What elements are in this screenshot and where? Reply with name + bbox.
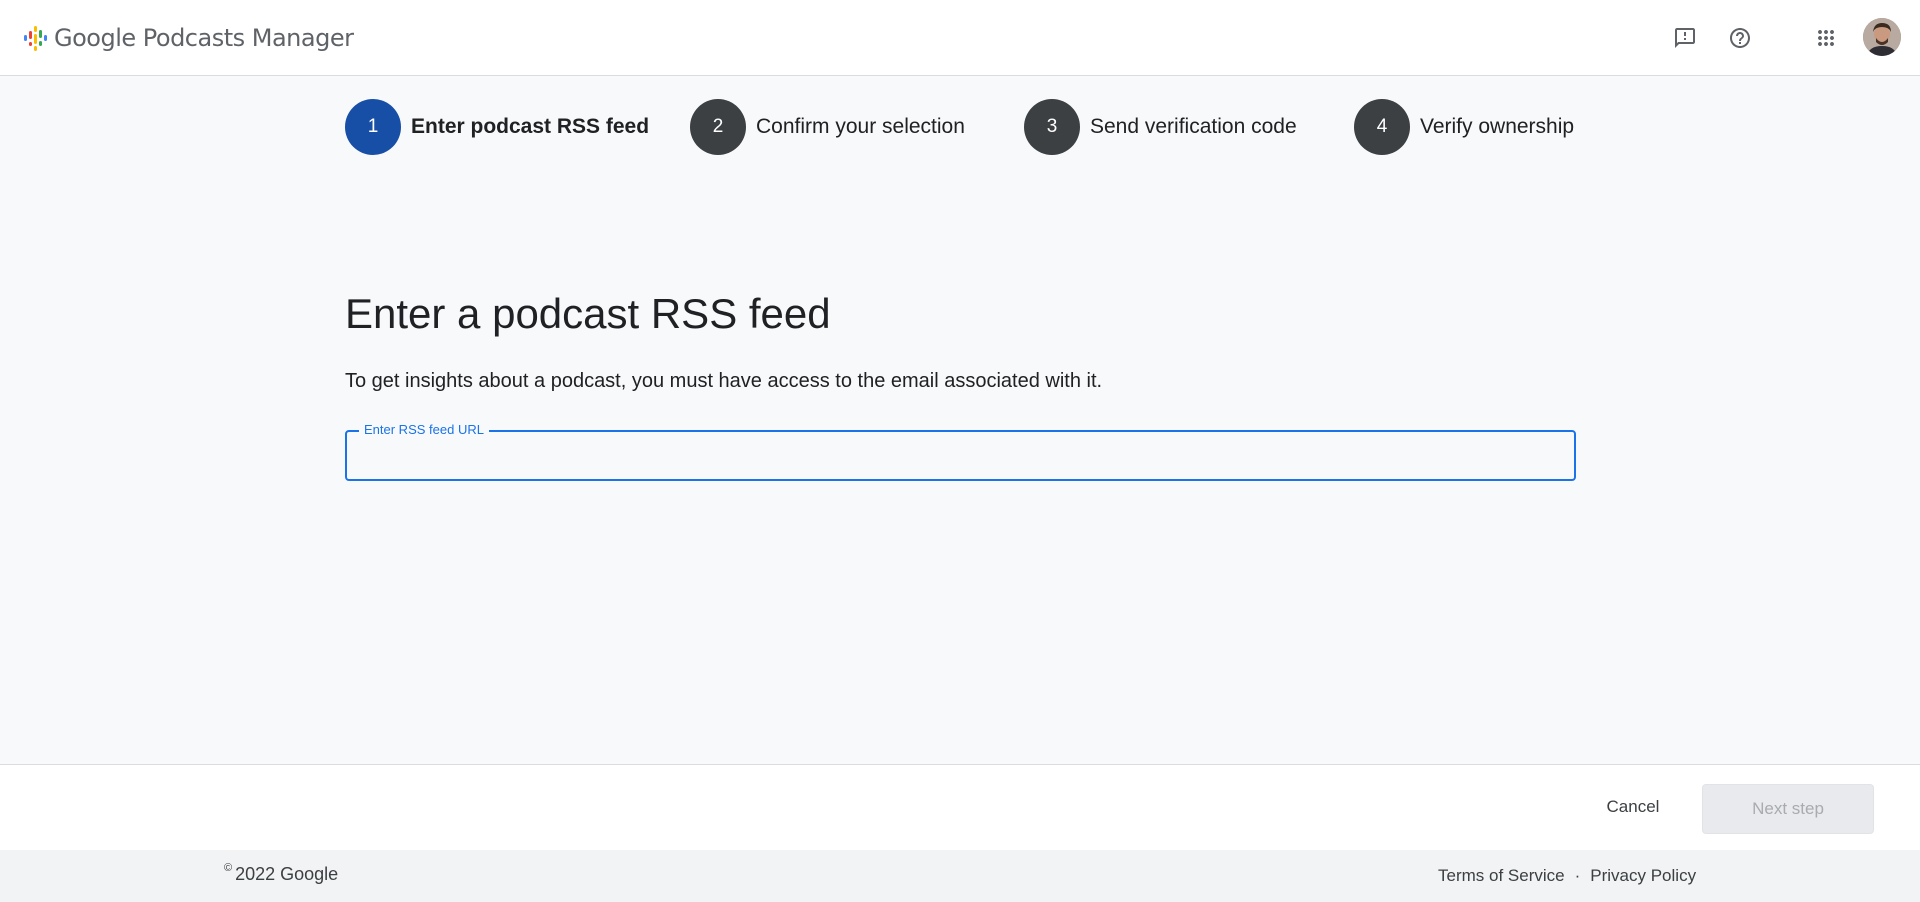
step-1: 1 Enter podcast RSS feed <box>345 99 649 155</box>
footer-links: Terms of Service · Privacy Policy <box>1438 866 1696 886</box>
rss-feed-label: Enter RSS feed URL <box>359 422 489 438</box>
podcasts-logo-icon <box>23 22 51 54</box>
terms-of-service-link[interactable]: Terms of Service <box>1438 866 1565 886</box>
rss-feed-field[interactable]: Enter RSS feed URL <box>345 422 1576 481</box>
footer-separator: · <box>1574 866 1581 885</box>
avatar-photo-icon <box>1863 18 1901 56</box>
step-number: 1 <box>345 99 401 155</box>
page-description: To get insights about a podcast, you mus… <box>345 370 1103 392</box>
rss-feed-input[interactable] <box>347 432 1574 479</box>
copyright: © 2022 Google <box>224 862 339 885</box>
cancel-button[interactable]: Cancel <box>1588 786 1678 828</box>
step-label: Send verification code <box>1090 115 1297 138</box>
step-number: 2 <box>690 99 746 155</box>
app-title: Google Podcasts Manager <box>54 24 354 52</box>
step-4: 4 Verify ownership <box>1354 99 1574 155</box>
help-icon[interactable] <box>1720 18 1760 58</box>
footer: © 2022 Google Terms of Service · Privacy … <box>0 850 1920 902</box>
step-3: 3 Send verification code <box>1024 99 1297 155</box>
step-label: Verify ownership <box>1420 115 1575 138</box>
page-title: Enter a podcast RSS feed <box>345 290 831 337</box>
step-number: 3 <box>1024 99 1080 155</box>
copyright-symbol: © <box>224 862 233 874</box>
step-label: Confirm your selection <box>756 115 965 138</box>
feedback-icon[interactable] <box>1665 18 1705 58</box>
step-label: Enter podcast RSS feed <box>411 115 650 138</box>
step-number: 4 <box>1354 99 1410 155</box>
next-step-button[interactable]: Next step <box>1702 784 1874 834</box>
copyright-text: 2022 Google <box>235 864 339 884</box>
progress-stepper: 1 Enter podcast RSS feed 2 Confirm your … <box>345 99 1575 155</box>
app-logo[interactable]: Google Podcasts Manager <box>23 22 354 54</box>
step-2: 2 Confirm your selection <box>690 99 965 155</box>
account-avatar[interactable] <box>1863 18 1901 56</box>
apps-icon[interactable] <box>1806 18 1846 58</box>
privacy-policy-link[interactable]: Privacy Policy <box>1590 866 1696 886</box>
action-bar: Cancel Next step <box>0 764 1920 850</box>
top-app-bar: Google Podcasts Manager <box>0 0 1920 76</box>
